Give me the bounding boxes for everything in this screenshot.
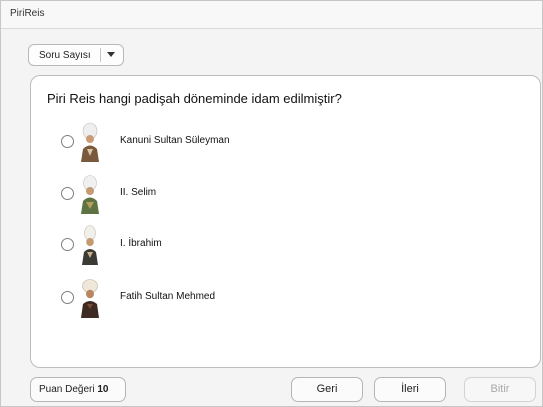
sultan-portrait-icon [81, 122, 99, 162]
radio-button[interactable] [61, 135, 74, 148]
answer-option-2[interactable]: II. Selim [61, 174, 361, 214]
radio-button[interactable] [61, 187, 74, 200]
answer-option-label: I. İbrahim [120, 238, 162, 249]
answer-option-3[interactable]: I. İbrahim [61, 225, 361, 265]
score-label: Puan Değeri [39, 384, 98, 395]
answer-option-label: II. Selim [120, 187, 157, 198]
question-panel: Piri Reis hangi padişah döneminde idam e… [30, 75, 541, 368]
finish-button[interactable]: Bitir [464, 377, 536, 402]
sultan-portrait-icon [82, 225, 98, 265]
window-title: PiriReis [10, 8, 45, 19]
dropdown-divider [100, 48, 101, 62]
question-count-dropdown[interactable]: Soru Sayısı [28, 44, 124, 66]
question-text: Piri Reis hangi padişah döneminde idam e… [47, 91, 342, 106]
sultan-portrait-icon [81, 279, 99, 318]
sultan-portrait-icon [81, 175, 99, 214]
chevron-down-icon[interactable] [107, 52, 115, 58]
score-value-box: Puan Değeri 10 [30, 377, 126, 402]
answer-option-label: Kanuni Sultan Süleyman [120, 135, 230, 146]
question-count-label: Soru Sayısı [39, 50, 91, 61]
next-button[interactable]: İleri [374, 377, 446, 402]
back-button[interactable]: Geri [291, 377, 363, 402]
radio-button[interactable] [61, 238, 74, 251]
radio-button[interactable] [61, 291, 74, 304]
answer-option-1[interactable]: Kanuni Sultan Süleyman [61, 122, 361, 162]
title-bar: PiriReis [1, 1, 542, 29]
app-window: PiriReis Soru Sayısı Piri Reis hangi pad… [0, 0, 543, 407]
answer-option-label: Fatih Sultan Mehmed [120, 291, 216, 302]
answer-option-4[interactable]: Fatih Sultan Mehmed [61, 278, 361, 318]
score-value: 10 [97, 384, 109, 395]
